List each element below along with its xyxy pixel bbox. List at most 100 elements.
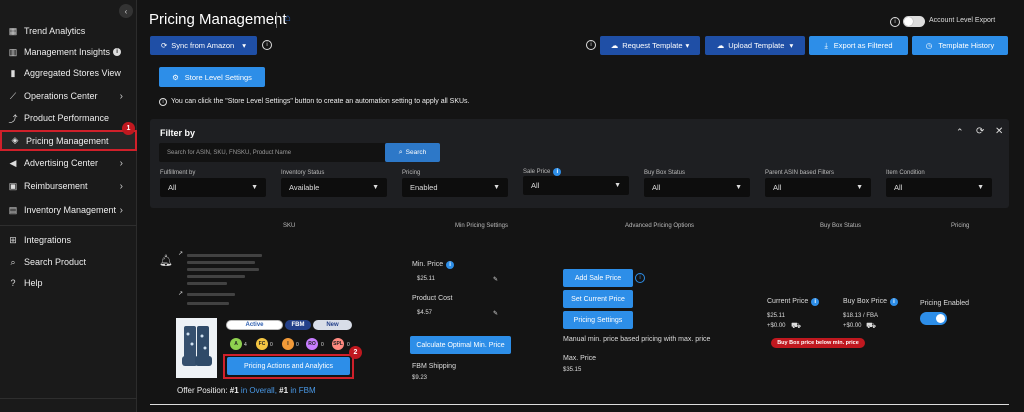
performance-icon: ⤴ <box>8 113 18 124</box>
product-image <box>176 318 217 378</box>
edit-icon[interactable]: ✎ <box>493 276 498 283</box>
cloud-upload-icon: ☁ <box>716 41 725 50</box>
info-icon[interactable]: i <box>553 168 562 176</box>
metric-spl-count: 0 <box>347 342 350 348</box>
chevron-down-icon: ▾ <box>789 41 794 50</box>
filter-panel: Filter by ⌃ ⟳ ✕ Search for ASIN, SKU, FN… <box>150 119 1009 208</box>
info-icon[interactable]: i <box>811 298 820 306</box>
search-button[interactable]: ⌕ Search <box>385 143 440 162</box>
info-icon[interactable]: i <box>890 17 900 27</box>
filter-label-inventory-status: Inventory Status <box>281 170 325 176</box>
inventory-icon: ▤ <box>8 204 18 215</box>
row-divider <box>150 404 1009 405</box>
edit-icon[interactable]: ✎ <box>493 310 498 317</box>
step-marker-1: 1 <box>122 122 135 135</box>
integrations-icon: ⊞ <box>9 234 17 245</box>
sidebar-item-aggregated-stores[interactable]: ▮ Aggregated Stores View <box>0 63 137 83</box>
sidebar-item-help[interactable]: ? Help <box>0 273 137 293</box>
chevron-down-icon: ▼ <box>614 182 621 189</box>
external-link-icon[interactable]: ↗ <box>178 290 183 297</box>
home-icon[interactable]: ⌂ <box>285 13 291 24</box>
title-divider <box>276 12 277 28</box>
chevron-down-icon: ▼ <box>251 184 258 191</box>
template-history-button[interactable]: ◷ Template History <box>912 36 1008 55</box>
external-link-icon[interactable]: ↗ <box>178 250 183 257</box>
sale-price-select[interactable]: All ▼ <box>523 176 629 195</box>
parent-asin-select[interactable]: All ▼ <box>765 178 871 197</box>
info-icon[interactable]: i <box>586 40 596 50</box>
min-price-value: $25.11 <box>417 276 435 282</box>
operations-icon: ⟋ <box>9 90 17 101</box>
bell-icon[interactable]: 🔔︎ <box>159 254 173 267</box>
sidebar-divider-bottom <box>0 398 137 399</box>
megaphone-icon: ◀ <box>9 157 17 168</box>
current-price-label: Current Price i <box>767 298 820 306</box>
bar-chart-icon: ▮ <box>10 67 16 78</box>
truck-icon: ⛟ <box>866 321 877 330</box>
blurred-product-title <box>187 282 227 285</box>
sidebar-item-operations-center[interactable]: ⟋ Operations Center › <box>0 86 137 106</box>
pricing-enabled-toggle[interactable] <box>920 312 947 325</box>
info-icon[interactable]: i <box>889 298 898 306</box>
inventory-status-select[interactable]: Available ▼ <box>281 178 387 197</box>
tag-icon: ◈ <box>11 135 19 145</box>
metric-i-count: 0 <box>296 342 299 348</box>
chevron-up-icon[interactable]: ⌃ <box>956 127 964 138</box>
export-as-filtered-button[interactable]: ⤓ Export as Filtered <box>809 36 908 55</box>
blurred-sku <box>187 293 235 296</box>
pricing-settings-button[interactable]: Pricing Settings <box>563 311 633 329</box>
sidebar-item-search-product[interactable]: ⌕ Search Product <box>0 252 137 272</box>
set-current-price-button[interactable]: Set Current Price <box>563 290 633 308</box>
add-sale-price-button[interactable]: Add Sale Price <box>563 269 633 287</box>
calculate-min-price-button[interactable]: Calculate Optimal Min. Price <box>410 336 511 354</box>
request-template-button[interactable]: ☁ Request Template ▾ <box>600 36 700 55</box>
filter-label-sale-price: Sale Price i <box>523 168 562 176</box>
sync-from-amazon-button[interactable]: ⟳ Sync from Amazon ▾ <box>150 36 257 55</box>
filter-title: Filter by <box>160 128 196 138</box>
status-badge-new: New <box>313 320 352 330</box>
chevron-right-icon: › <box>119 204 123 216</box>
main-content: Pricing Management ⌂ i Account Level Exp… <box>137 0 1024 412</box>
info-icon[interactable]: i <box>113 48 122 56</box>
fbm-shipping-value: $9.23 <box>412 375 428 381</box>
sidebar-item-integrations[interactable]: ⊞ Integrations <box>0 230 137 250</box>
pricing-actions-button[interactable]: Pricing Actions and Analytics <box>227 357 350 375</box>
collapse-sidebar-button[interactable]: ‹ <box>119 4 133 18</box>
history-icon: ◷ <box>925 41 933 50</box>
sidebar-item-trend-analytics[interactable]: ▦ Trend Analytics <box>0 21 137 41</box>
sidebar-item-inventory-management[interactable]: ▤ Inventory Management › <box>0 200 137 220</box>
search-input[interactable]: Search for ASIN, SKU, FNSKU, Product Nam… <box>159 143 386 162</box>
column-header-pricing: Pricing <box>951 223 970 229</box>
fulfillment-select[interactable]: All ▼ <box>160 178 266 197</box>
item-condition-select[interactable]: All ▼ <box>886 178 992 197</box>
export-icon: ⤓ <box>824 40 828 50</box>
metric-a-count: 4 <box>244 342 247 348</box>
search-icon: ⌕ <box>10 256 16 267</box>
info-icon[interactable]: i <box>635 273 645 283</box>
chevron-down-icon: ▼ <box>856 184 863 191</box>
sidebar-item-reimbursement[interactable]: ▣ Reimbursement › <box>0 176 137 196</box>
pricing-select[interactable]: Enabled ▼ <box>402 178 508 197</box>
refresh-icon[interactable]: ⟳ <box>976 126 984 137</box>
chevron-right-icon: › <box>119 180 123 192</box>
close-icon[interactable]: ✕ <box>995 126 1003 137</box>
chevron-down-icon: ▼ <box>372 184 379 191</box>
sidebar-item-advertising-center[interactable]: ◀ Advertising Center › <box>0 153 137 173</box>
sidebar-item-pricing-management[interactable]: ◈ Pricing Management <box>0 130 137 151</box>
chevron-down-icon: ▾ <box>242 41 246 50</box>
buybox-status-select[interactable]: All ▼ <box>644 178 750 197</box>
cloud-download-icon: ☁ <box>610 41 619 50</box>
sidebar-item-management-insights[interactable]: ▥ Management Insights i <box>0 42 137 62</box>
sidebar-divider <box>0 225 137 226</box>
metric-ro-count: 0 <box>321 342 324 348</box>
toggle-knob <box>936 314 945 323</box>
page-title: Pricing Management <box>149 11 287 28</box>
store-level-settings-button[interactable]: ⚙ Store Level Settings <box>159 67 265 87</box>
upload-template-button[interactable]: ☁ Upload Template ▾ <box>705 36 805 55</box>
sidebar-item-product-performance[interactable]: ⤴ Product Performance <box>0 108 137 128</box>
info-icon[interactable]: i <box>262 40 272 50</box>
account-export-toggle[interactable] <box>903 16 925 27</box>
info-icon[interactable]: i <box>446 261 455 269</box>
status-badge-fbm: FBM <box>285 320 311 330</box>
metric-spl-badge: SPL <box>332 338 344 350</box>
